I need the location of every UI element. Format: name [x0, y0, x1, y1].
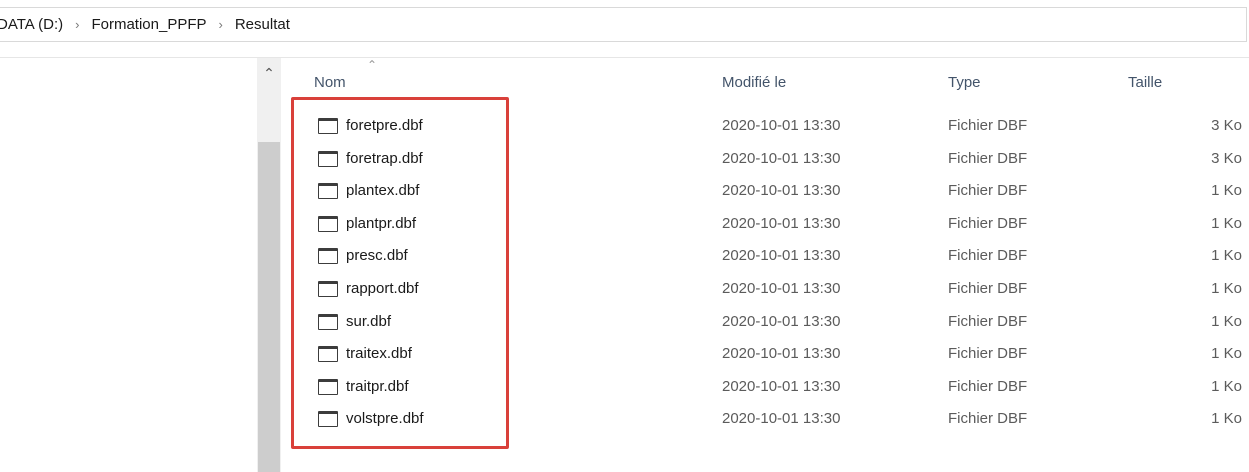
breadcrumb-separator-icon[interactable]: › [75, 17, 79, 32]
file-size: 3 Ko [1211, 117, 1242, 134]
file-modified-date: 2020-10-01 13:30 [722, 149, 841, 167]
file-type: Fichier DBF [948, 377, 1028, 395]
highlight-annotation-box [291, 97, 509, 449]
file-type: Fichier DBF [948, 214, 1028, 232]
file-size: 1 Ko [1211, 410, 1242, 428]
column-header-modified[interactable]: Modifié le [722, 68, 786, 98]
file-type: Fichier DBF [948, 410, 1028, 428]
file-type: Fichier DBF [948, 117, 1028, 134]
file-size: 1 Ko [1211, 280, 1242, 297]
file-size: 1 Ko [1211, 312, 1242, 330]
column-header-name[interactable]: Nom [314, 68, 346, 98]
file-size: 1 Ko [1211, 377, 1242, 395]
breadcrumb-separator-icon[interactable]: › [219, 17, 223, 32]
file-modified-date: 2020-10-01 13:30 [722, 312, 841, 330]
file-explorer-window: DATA (D:) › Formation_PPFP › Resultat ⌃ … [0, 0, 1249, 472]
scrollbar-thumb[interactable] [258, 142, 280, 472]
file-type: Fichier DBF [948, 182, 1028, 200]
breadcrumb-item-drive[interactable]: DATA (D:) [0, 16, 63, 33]
navigation-pane[interactable] [0, 58, 282, 472]
file-type: Fichier DBF [948, 312, 1028, 330]
column-header-size[interactable]: Taille [1128, 68, 1162, 98]
file-size: 3 Ko [1211, 149, 1242, 167]
file-modified-date: 2020-10-01 13:30 [722, 117, 841, 134]
file-modified-date: 2020-10-01 13:30 [722, 247, 841, 265]
file-size: 1 Ko [1211, 214, 1242, 232]
sort-ascending-icon: ⌃ [367, 58, 378, 72]
file-modified-date: 2020-10-01 13:30 [722, 280, 841, 297]
breadcrumb-item-resultat[interactable]: Resultat [235, 16, 290, 33]
file-size: 1 Ko [1211, 182, 1242, 200]
breadcrumb-item-formation[interactable]: Formation_PPFP [91, 16, 206, 33]
file-modified-date: 2020-10-01 13:30 [722, 377, 841, 395]
file-size: 1 Ko [1211, 247, 1242, 265]
chevron-up-icon[interactable]: ⌃ [258, 64, 280, 82]
file-type: Fichier DBF [948, 149, 1028, 167]
address-bar[interactable]: DATA (D:) › Formation_PPFP › Resultat [0, 7, 1247, 42]
file-modified-date: 2020-10-01 13:30 [722, 182, 841, 200]
file-type: Fichier DBF [948, 280, 1028, 297]
file-type: Fichier DBF [948, 345, 1028, 363]
column-header-type[interactable]: Type [948, 68, 981, 98]
file-modified-date: 2020-10-01 13:30 [722, 214, 841, 232]
file-type: Fichier DBF [948, 247, 1028, 265]
file-modified-date: 2020-10-01 13:30 [722, 345, 841, 363]
file-modified-date: 2020-10-01 13:30 [722, 410, 841, 428]
file-size: 1 Ko [1211, 345, 1242, 363]
